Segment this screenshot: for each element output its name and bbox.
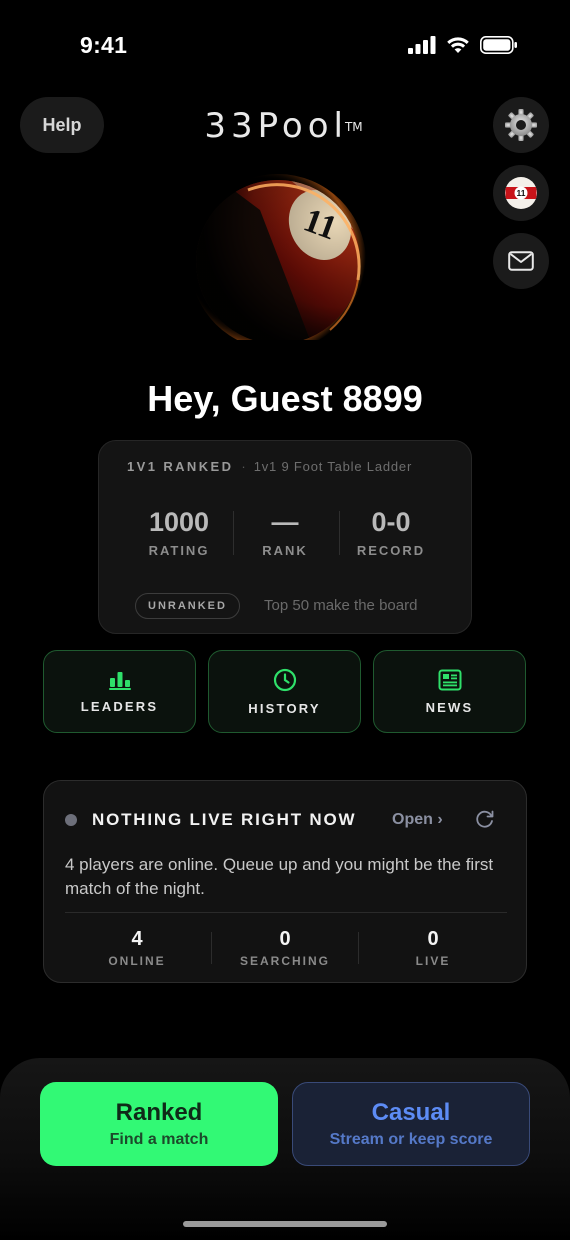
mail-icon bbox=[508, 251, 534, 271]
stat-divider bbox=[339, 511, 340, 555]
stat-value: 0-0 bbox=[371, 507, 411, 537]
divider bbox=[65, 912, 507, 913]
stat-live: 0 LIVE bbox=[368, 928, 498, 968]
stat-value: 4 bbox=[131, 928, 143, 950]
logo-text: 33Pool bbox=[204, 106, 348, 146]
stat-label: RECORD bbox=[356, 543, 426, 558]
cta-title: Casual bbox=[371, 1099, 451, 1126]
stat-value: 1000 bbox=[148, 507, 210, 537]
ladder-title: 1V1 RANKED bbox=[127, 459, 234, 474]
ladder-subtitle: 1v1 9 Foot Table Ladder bbox=[253, 459, 413, 474]
pool-ball-11-icon: 11 bbox=[505, 177, 537, 209]
stat-label: LIVE bbox=[415, 954, 451, 968]
stat-divider bbox=[233, 511, 234, 555]
status-time: 9:41 bbox=[80, 32, 128, 58]
trademark-mark: TM bbox=[344, 120, 363, 134]
stat-searching: 0 SEARCHING bbox=[220, 928, 350, 968]
open-live-link[interactable]: Open › bbox=[392, 811, 443, 829]
battery-icon bbox=[480, 36, 517, 54]
stat-label: SEARCHING bbox=[239, 954, 330, 968]
stat-value: — bbox=[271, 507, 299, 537]
stat-label: ONLINE bbox=[108, 954, 166, 968]
settings-button[interactable] bbox=[493, 97, 549, 153]
gear-icon bbox=[505, 109, 537, 141]
stat-value: 0 bbox=[279, 928, 291, 950]
stat-record: 0-0 RECORD bbox=[341, 507, 441, 558]
history-button[interactable]: HISTORY bbox=[208, 650, 361, 733]
ranked-match-button[interactable]: Ranked Find a match bbox=[40, 1082, 278, 1166]
inbox-button[interactable] bbox=[493, 233, 549, 289]
live-status-dot bbox=[65, 814, 77, 826]
avatar-ball-number: 11 bbox=[517, 188, 526, 198]
live-matches-card: NOTHING LIVE RIGHT NOW Open › 4 players … bbox=[43, 780, 527, 983]
stat-rank: — RANK bbox=[235, 507, 335, 558]
unranked-badge: UNRANKED bbox=[135, 593, 240, 619]
stat-value: 0 bbox=[427, 928, 439, 950]
cta-subtitle: Find a match bbox=[109, 1131, 209, 1148]
cta-subtitle: Stream or keep score bbox=[329, 1131, 493, 1148]
ladder-separator: · bbox=[241, 459, 246, 474]
bar-chart-icon bbox=[108, 671, 131, 690]
nav-label: LEADERS bbox=[80, 698, 159, 714]
app-logo: 33PoolTM bbox=[0, 106, 570, 146]
clock-icon bbox=[273, 668, 296, 691]
stat-label: RATING bbox=[148, 543, 210, 558]
refresh-icon[interactable] bbox=[474, 808, 496, 830]
ranked-ladder-card[interactable]: 1V1 RANKED · 1v1 9 Foot Table Ladder 1000 … bbox=[98, 440, 472, 634]
ladder-header: 1V1 RANKED · 1v1 9 Foot Table Ladder bbox=[127, 459, 412, 474]
stat-rating: 1000 RATING bbox=[129, 507, 229, 558]
cta-title: Ranked bbox=[115, 1099, 203, 1126]
stat-online: 4 ONLINE bbox=[72, 928, 202, 968]
home-indicator[interactable] bbox=[183, 1221, 387, 1227]
nav-label: NEWS bbox=[425, 699, 474, 715]
wifi-icon bbox=[447, 37, 469, 53]
status-bar: 9:41 bbox=[0, 0, 570, 92]
stat-divider bbox=[358, 932, 359, 964]
avatar-button[interactable]: 11 bbox=[493, 165, 549, 221]
news-button[interactable]: NEWS bbox=[373, 650, 526, 733]
stat-divider bbox=[211, 932, 212, 964]
board-note: Top 50 make the board bbox=[264, 597, 418, 614]
greeting-title: Hey, Guest 8899 bbox=[147, 378, 423, 419]
cellular-signal-icon bbox=[408, 36, 436, 54]
hero-pool-ball: 11 bbox=[190, 174, 366, 340]
leaders-button[interactable]: LEADERS bbox=[43, 650, 196, 733]
casual-match-button[interactable]: Casual Stream or keep score bbox=[292, 1082, 530, 1166]
status-icons bbox=[408, 36, 518, 54]
live-description: 4 players are online. Queue up and you m… bbox=[65, 855, 494, 898]
nav-label: HISTORY bbox=[248, 700, 321, 716]
live-title: NOTHING LIVE RIGHT NOW bbox=[92, 810, 357, 829]
stat-label: RANK bbox=[262, 543, 308, 558]
newspaper-icon bbox=[438, 669, 461, 690]
